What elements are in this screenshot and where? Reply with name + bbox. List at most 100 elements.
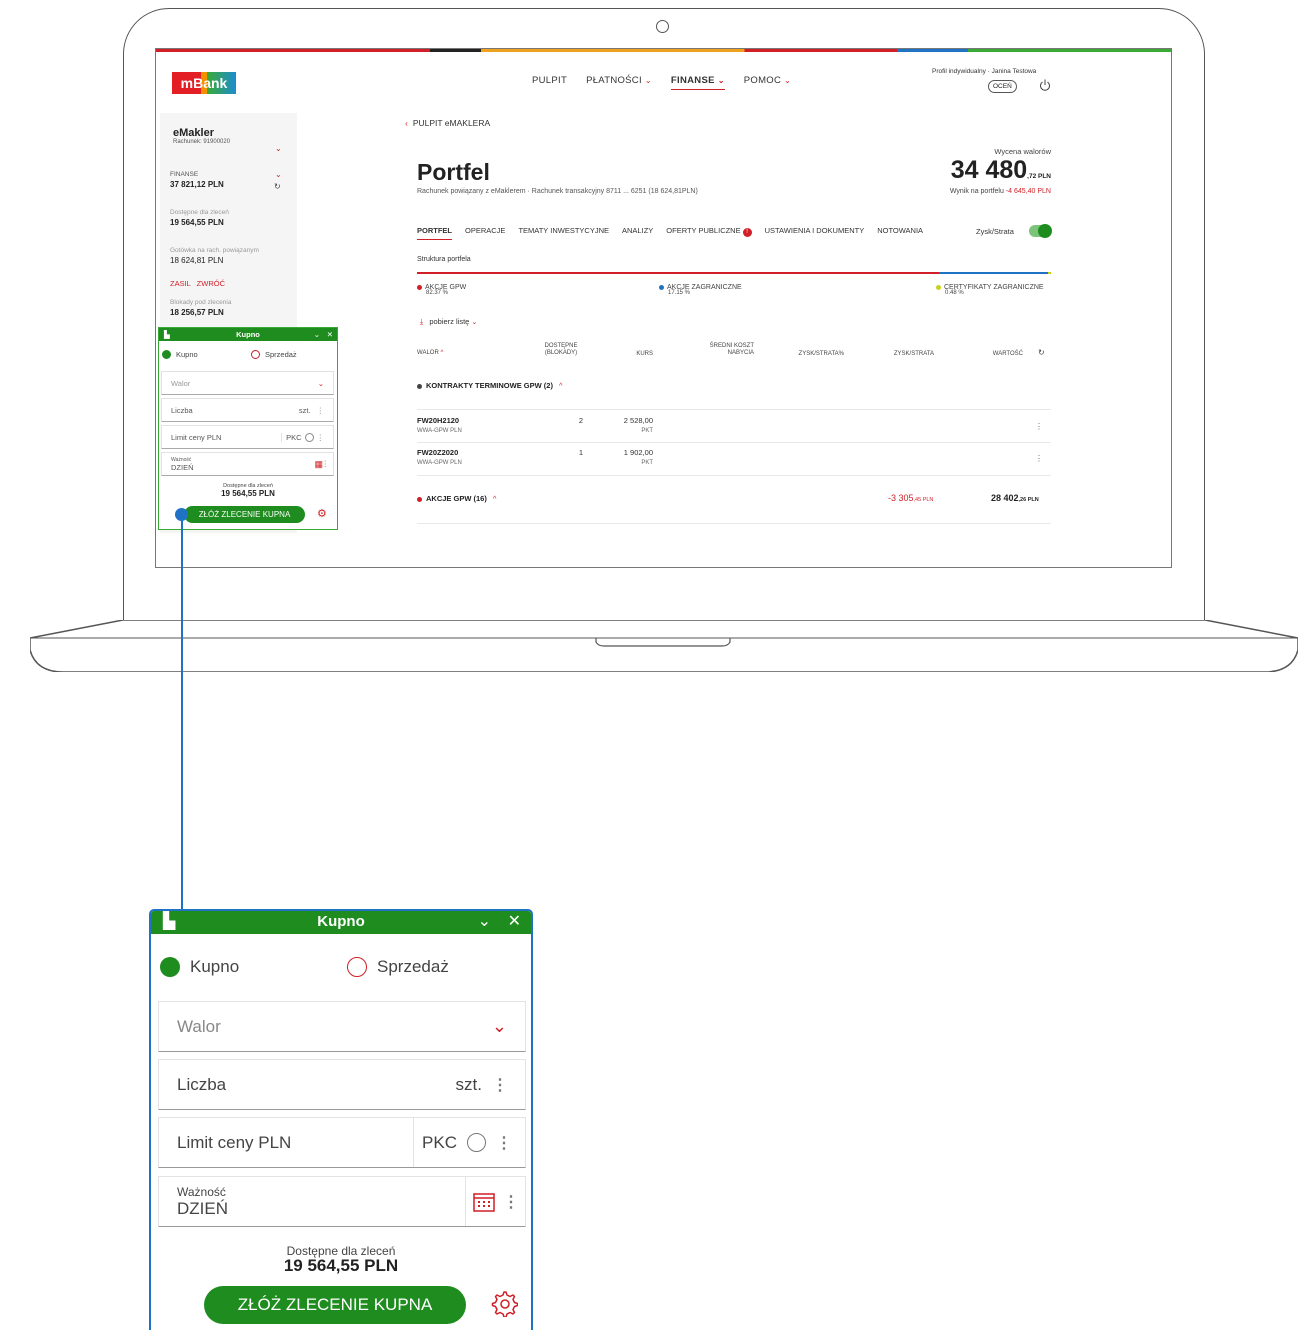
structure-segment-akcje-gpw bbox=[417, 272, 940, 274]
power-icon[interactable] bbox=[1039, 79, 1051, 91]
page-title: Portfel bbox=[417, 159, 490, 185]
chevron-down-icon[interactable]: ⌄ bbox=[275, 170, 282, 179]
gear-icon[interactable] bbox=[490, 1289, 518, 1317]
close-icon[interactable]: ✕ bbox=[327, 328, 333, 341]
mbank-logo[interactable]: mBank bbox=[172, 72, 236, 94]
legend-certyfikaty: CERTYFIKATY ZAGRANICZNE 0.48 % bbox=[936, 284, 1044, 296]
rate-button[interactable]: OCEŃ bbox=[988, 80, 1017, 93]
pkc-radio[interactable] bbox=[467, 1133, 486, 1152]
sell-radio[interactable]: Sprzedaż bbox=[251, 350, 297, 359]
sell-radio[interactable]: Sprzedaż bbox=[347, 957, 449, 977]
structure-bar bbox=[417, 272, 1051, 274]
liczba-field[interactable]: Liczba szt. ⋮ bbox=[161, 398, 334, 422]
chevron-down-icon: ⌄ bbox=[784, 76, 792, 85]
order-widget-header: ▙ Kupno ⌄ ✕ bbox=[159, 328, 337, 341]
chevron-down-icon: ⌄ bbox=[317, 378, 324, 388]
portfolio-result: Wynik na portfelu -4 645,40 PLN bbox=[949, 188, 1051, 195]
walor-select[interactable]: Walor ⌄ bbox=[158, 1001, 526, 1052]
divider bbox=[417, 475, 1051, 476]
tab-oferty[interactable]: OFERTY PUBLICZNE! bbox=[666, 226, 752, 240]
limit-field[interactable]: Limit ceny PLN PKC ⋮ bbox=[158, 1117, 526, 1168]
liczba-field[interactable]: Liczba szt. ⋮ bbox=[158, 1059, 526, 1110]
divider bbox=[417, 409, 1051, 410]
col-zysk[interactable]: ZYSK/STRATA bbox=[866, 351, 934, 358]
group-kontrakty[interactable]: KONTRAKTY TERMINOWE GPW (2) ^ bbox=[417, 381, 562, 390]
chevron-up-icon: ^ bbox=[492, 494, 497, 503]
valuation-label: Wycena walorów bbox=[994, 147, 1051, 156]
tab-operacje[interactable]: OPERACJE bbox=[465, 226, 505, 240]
undock-icon[interactable]: ▙ bbox=[163, 911, 175, 933]
more-vert-icon[interactable]: ⋮ bbox=[317, 406, 325, 415]
col-walor[interactable]: WALOR ^ bbox=[417, 350, 443, 357]
zysk-toggle-label: Zysk/Strata bbox=[976, 227, 1014, 236]
nav-pulpit[interactable]: PULPIT bbox=[532, 75, 567, 90]
waznosc-field[interactable]: Ważność DZIEŃ ▦ ⋮ bbox=[161, 452, 334, 476]
zysk-toggle[interactable] bbox=[1029, 224, 1052, 238]
walor-select[interactable]: Walor ⌄ bbox=[161, 371, 334, 395]
download-list-button[interactable]: ⤓ pobierz listę ⌄ bbox=[420, 317, 477, 327]
tab-tematy[interactable]: TEMATY INWESTYCYJNE bbox=[518, 226, 609, 240]
chevron-down-icon: ⌄ bbox=[471, 319, 478, 326]
gear-icon[interactable]: ⚙ bbox=[317, 507, 327, 520]
more-vert-icon[interactable]: ⋮ bbox=[496, 1133, 512, 1153]
order-widget-header: ▙ Kupno ⌄ ✕ bbox=[151, 911, 531, 934]
more-vert-icon[interactable]: ⋮ bbox=[322, 459, 330, 468]
chevron-down-icon: ⌄ bbox=[644, 76, 652, 85]
more-vert-icon[interactable]: ⋮ bbox=[1035, 454, 1043, 463]
buy-radio[interactable]: Kupno bbox=[160, 957, 239, 977]
nav-pomoc[interactable]: POMOC ⌄ bbox=[744, 75, 791, 90]
structure-label: Struktura portfela bbox=[417, 256, 471, 263]
more-vert-icon[interactable]: ⋮ bbox=[317, 433, 325, 442]
portfolio-tabs: PORTFEL OPERACJE TEMATY INWESTYCYJNE ANA… bbox=[417, 226, 923, 240]
refresh-icon[interactable]: ↻ bbox=[1038, 349, 1045, 357]
col-zysk-pct[interactable]: ZYSK/STRATA% bbox=[776, 351, 844, 358]
refresh-icon[interactable]: ↻ bbox=[274, 182, 281, 191]
buy-radio[interactable]: Kupno bbox=[162, 350, 198, 359]
sidebar-finanse: FINANSE 37 821,12 PLN bbox=[170, 171, 224, 189]
calendar-icon[interactable] bbox=[473, 1192, 495, 1212]
limit-field[interactable]: Limit ceny PLN PKC ⋮ bbox=[161, 425, 334, 449]
chevron-down-icon[interactable]: ⌄ bbox=[275, 144, 282, 153]
more-vert-icon[interactable]: ⋮ bbox=[1035, 422, 1043, 431]
pkc-radio[interactable] bbox=[304, 432, 314, 442]
download-icon: ⤓ bbox=[420, 317, 424, 326]
table-row[interactable]: FW20H2120 WWA-GPW PLN 2 2 528,00 PKT ⋮ bbox=[417, 416, 1051, 434]
close-icon[interactable]: ✕ bbox=[508, 911, 521, 933]
waznosc-field[interactable]: Ważność DZIEŃ ⋮ bbox=[158, 1176, 526, 1227]
tab-ustawienia[interactable]: USTAWIENIA I DOKUMENTY bbox=[765, 226, 865, 240]
group-zysk: -3 305,45 PLN bbox=[888, 493, 934, 503]
tab-analizy[interactable]: ANALIZY bbox=[622, 226, 653, 240]
zwroc-link[interactable]: ZWRÓĆ bbox=[197, 279, 225, 288]
chevron-down-icon[interactable]: ⌄ bbox=[314, 328, 320, 341]
group-akcje-gpw[interactable]: AKCJE GPW (16) ^ bbox=[417, 494, 496, 503]
chevron-up-icon: ^ bbox=[558, 381, 563, 390]
more-vert-icon[interactable]: ⋮ bbox=[492, 1075, 508, 1095]
tab-notowania[interactable]: NOTOWANIA bbox=[877, 226, 923, 240]
divider bbox=[417, 523, 1051, 524]
nav-finanse[interactable]: FINANSE ⌄ bbox=[670, 75, 725, 90]
col-kurs[interactable]: KURS bbox=[626, 351, 653, 358]
submit-order-button[interactable]: ZŁÓŻ ZLECENIE KUPNA bbox=[184, 506, 305, 523]
group-wartosc: 28 402,26 PLN bbox=[991, 493, 1039, 503]
col-sredni-koszt[interactable]: ŚREDNI KOSZT NABYCIA bbox=[676, 343, 754, 357]
col-dostepne[interactable]: DOSTĘPNE (BLOKADY) bbox=[536, 343, 586, 357]
undock-icon[interactable]: ▙ bbox=[164, 328, 170, 341]
tab-portfel[interactable]: PORTFEL bbox=[417, 226, 452, 240]
back-link[interactable]: ‹ PULPIT eMAKLERA bbox=[405, 118, 490, 128]
col-wartosc[interactable]: WARTOŚĆ bbox=[966, 351, 1023, 358]
order-widget-mini: ▙ Kupno ⌄ ✕ Kupno Sprzedaż Walor ⌄ Liczba… bbox=[158, 327, 338, 530]
zasil-link[interactable]: ZASIL bbox=[170, 279, 191, 288]
sidebar-blokady: Blokady pod zlecenia 18 256,57 PLN bbox=[170, 299, 232, 317]
table-row[interactable]: FW20Z2020 WWA-GPW PLN 1 1 902,00 PKT ⋮ bbox=[417, 448, 1051, 466]
profile-name[interactable]: Profil indywidualny · Janina Testowa bbox=[932, 68, 1036, 75]
chevron-left-icon: ‹ bbox=[405, 118, 408, 128]
camera-icon bbox=[656, 20, 669, 33]
available-value: 19 564,55 PLN bbox=[283, 1256, 399, 1275]
chevron-down-icon: ⌄ bbox=[491, 1016, 507, 1036]
nav-platnosci[interactable]: PŁATNOŚCI ⌄ bbox=[586, 75, 652, 90]
more-vert-icon[interactable]: ⋮ bbox=[503, 1192, 519, 1212]
yellow-dot-icon bbox=[936, 284, 941, 290]
divider bbox=[417, 442, 1051, 443]
chevron-down-icon[interactable]: ⌄ bbox=[478, 911, 491, 933]
submit-order-button[interactable]: ZŁÓŻ ZLECENIE KUPNA bbox=[204, 1286, 466, 1324]
